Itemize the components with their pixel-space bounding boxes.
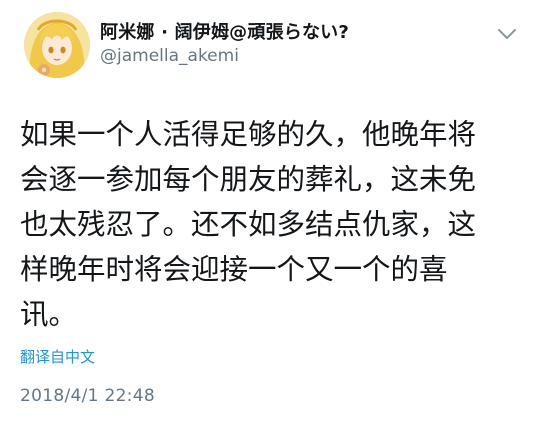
- avatar[interactable]: [24, 12, 90, 78]
- tweet-text-line: 会逐一参加每个朋友的葬礼，这未免: [20, 163, 477, 196]
- tweet-text-line: 也太残忍了。还不如多结点仇家，这: [20, 208, 477, 241]
- chevron-down-icon[interactable]: [496, 26, 518, 42]
- translate-link[interactable]: 翻译自中文: [20, 346, 95, 367]
- avatar-image: [24, 12, 90, 78]
- tweet-card: 阿米娜 · 阔伊姆@頑張らない? @jamella_akemi 如果一个人活得足…: [0, 0, 540, 421]
- tweet-text-line: 如果一个人活得足够的久，他晚年将: [20, 118, 477, 151]
- tweet-text-line: 样晚年时将会迎接一个又一个的喜: [20, 253, 448, 286]
- timestamp[interactable]: 2018/4/1 22:48: [20, 386, 155, 406]
- tweet-text-line: 讯。: [20, 298, 78, 331]
- tweet-text: 如果一个人活得足够的久，他晚年将 会逐一参加每个朋友的葬礼，这未免 也太残忍了。…: [20, 112, 525, 337]
- display-name[interactable]: 阿米娜 · 阔伊姆@頑張らない?: [100, 18, 349, 44]
- user-handle[interactable]: @jamella_akemi: [100, 46, 239, 66]
